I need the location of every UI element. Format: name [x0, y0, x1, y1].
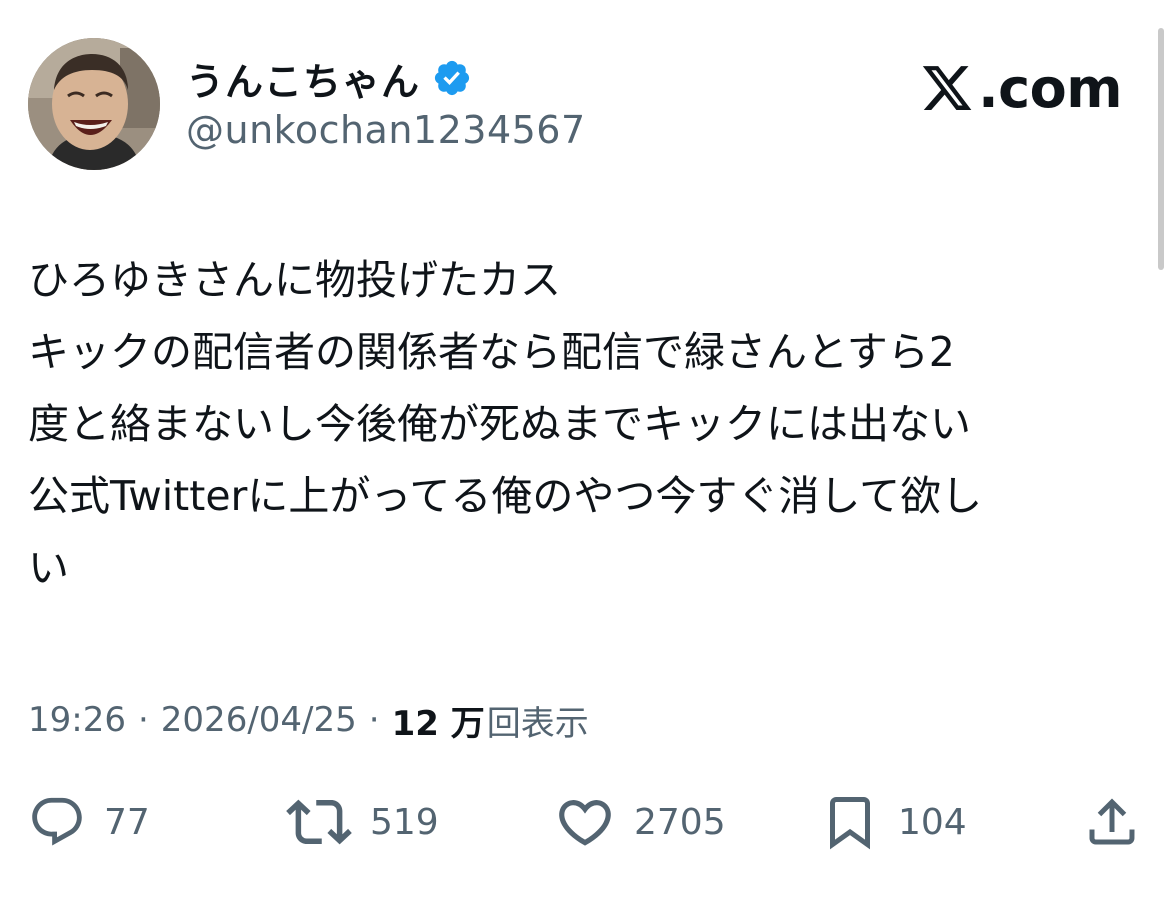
meta-separator: ·: [368, 700, 380, 740]
bookmark-count: 104: [898, 801, 967, 843]
views-count[interactable]: 12 万: [392, 696, 485, 745]
tweet-line: ひろゆきさんに物投げたカス: [28, 256, 561, 304]
reply-icon: [32, 797, 82, 846]
tweet-line: キックの配信者の関係者なら配信で緑さんとすら2: [28, 328, 955, 376]
x-logo-icon: [922, 66, 972, 110]
brand-logo: .com: [920, 56, 1122, 120]
author-name-row: うんこちゃん: [186, 50, 472, 106]
user-handle[interactable]: @unkochan1234567: [186, 108, 586, 152]
tweet-meta: 19:26 · 2026/04/25 · 12 万 回表示: [28, 696, 589, 744]
reply-button[interactable]: 77: [28, 792, 150, 852]
brand-text: .com: [978, 56, 1122, 120]
tweet-line: い: [28, 544, 69, 592]
bookmark-icon: [830, 797, 870, 850]
tweet-time[interactable]: 19:26: [28, 700, 126, 740]
avatar[interactable]: [28, 38, 160, 170]
retweet-icon: [286, 799, 352, 845]
display-name[interactable]: うんこちゃん: [186, 51, 420, 106]
retweet-count: 519: [370, 801, 439, 843]
bookmark-button[interactable]: 104: [820, 792, 967, 852]
meta-separator: ·: [137, 700, 149, 740]
scrollbar[interactable]: [1158, 28, 1164, 270]
action-bar: 77 519 2705 104: [28, 792, 1142, 852]
like-button[interactable]: 2705: [554, 792, 726, 852]
like-count: 2705: [634, 801, 726, 843]
tweet-line: 度と絡まないし今後俺が死ぬまでキックには出ない: [28, 400, 971, 448]
reply-count: 77: [104, 801, 150, 843]
views-label: 回表示: [486, 703, 589, 744]
share-button[interactable]: [1082, 792, 1142, 852]
verified-badge-icon: [434, 60, 470, 96]
tweet-text: ひろゆきさんに物投げたカス キックの配信者の関係者なら配信で緑さんとすら2 度と…: [28, 244, 1138, 604]
tweet-line: 公式Twitterに上がってる俺のやつ今すぐ消して欲し: [28, 472, 983, 520]
share-icon: [1089, 798, 1135, 845]
heart-icon: [559, 800, 611, 846]
retweet-button[interactable]: 519: [286, 792, 439, 852]
tweet-date[interactable]: 2026/04/25: [161, 700, 357, 740]
